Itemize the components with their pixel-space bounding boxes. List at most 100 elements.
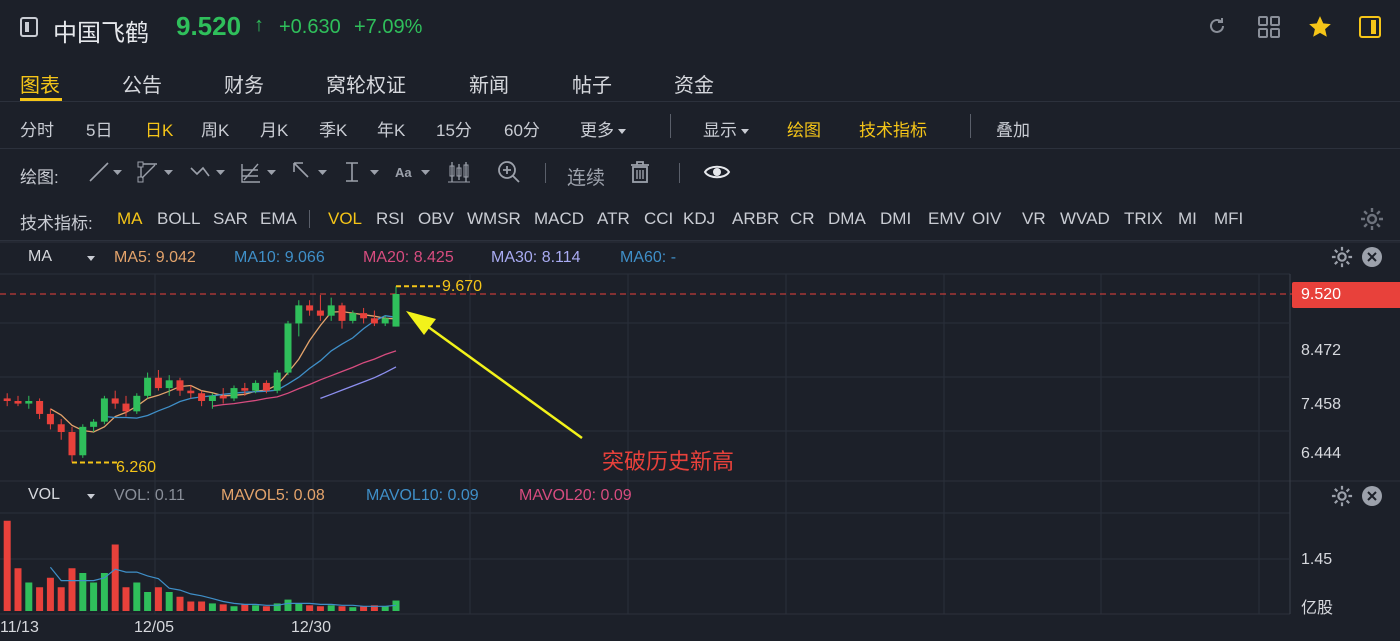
indicator-trix[interactable]: TRIX: [1124, 209, 1163, 229]
panel-toggle-icon[interactable]: [1358, 15, 1382, 39]
candle-body: [154, 377, 162, 389]
indicator-boll[interactable]: BOLL: [157, 209, 200, 229]
chevron-down-icon[interactable]: [87, 494, 95, 499]
indicator-vr[interactable]: VR: [1022, 209, 1046, 229]
vol-close-icon[interactable]: [1361, 485, 1383, 512]
eye-icon[interactable]: [703, 161, 731, 188]
text-tool-icon[interactable]: Aa: [394, 160, 432, 189]
candle-tool-icon[interactable]: [447, 160, 471, 189]
candle-body: [219, 395, 227, 399]
sidebar-toggle-icon[interactable]: [20, 17, 38, 37]
tab-financials[interactable]: 财务: [224, 69, 264, 98]
fibonacci-tool-icon[interactable]: [240, 160, 278, 189]
period-monthly[interactable]: 月K: [260, 116, 288, 141]
volume-bar: [381, 606, 389, 611]
volume-bar: [262, 606, 270, 611]
period-intraday[interactable]: 分时: [20, 116, 54, 141]
tab-capital[interactable]: 资金: [674, 69, 714, 98]
arrow-tool-icon[interactable]: [291, 160, 329, 189]
volume-bar: [349, 607, 357, 611]
indicator-macd[interactable]: MACD: [534, 209, 584, 229]
display-dropdown[interactable]: 显示: [703, 116, 749, 141]
ma-close-icon[interactable]: [1361, 246, 1383, 273]
indicator-wvad[interactable]: WVAD: [1060, 209, 1110, 229]
candle-body: [36, 400, 44, 414]
period-yearly[interactable]: 年K: [377, 116, 405, 141]
indicator-dmi[interactable]: DMI: [880, 209, 911, 229]
period-60min[interactable]: 60分: [504, 116, 540, 141]
overlay-button[interactable]: 叠加: [996, 116, 1030, 141]
wave-tool-icon[interactable]: [189, 160, 227, 189]
indicator-obv[interactable]: OBV: [418, 209, 454, 229]
indicators-button[interactable]: 技术指标: [859, 116, 927, 141]
divider: [970, 114, 971, 138]
volume-bar: [306, 605, 314, 611]
indicator-oiv[interactable]: OIV: [972, 209, 1001, 229]
segment-tool-icon[interactable]: [137, 160, 175, 189]
indicator-arbr[interactable]: ARBR: [732, 209, 779, 229]
chevron-down-icon[interactable]: [87, 256, 95, 261]
divider: [670, 114, 671, 138]
tab-warrants[interactable]: 窝轮权证: [326, 69, 406, 98]
ma-dropdown[interactable]: MA: [28, 248, 52, 266]
indicator-kdj[interactable]: KDJ: [683, 209, 715, 229]
period-15min[interactable]: 15分: [436, 116, 472, 141]
high-label: 9.670: [442, 278, 483, 295]
indicator-sar[interactable]: SAR: [213, 209, 248, 229]
indicator-ema[interactable]: EMA: [260, 209, 297, 229]
candle-body: [122, 403, 130, 412]
period-quarterly[interactable]: 季K: [319, 116, 347, 141]
grid-icon[interactable]: [1257, 15, 1281, 39]
indicator-mfi[interactable]: MFI: [1214, 209, 1243, 229]
trash-icon[interactable]: [629, 160, 651, 189]
price-tick: 8.472: [1301, 342, 1342, 359]
indicator-mi[interactable]: MI: [1178, 209, 1197, 229]
stock-header: 中国飞鹤 9.520 ↑ +0.630 +7.09%: [0, 0, 1400, 54]
indicator-atr[interactable]: ATR: [597, 209, 630, 229]
period-weekly[interactable]: 周K: [201, 116, 229, 141]
date-label: 12/30: [291, 619, 332, 636]
indicator-cr[interactable]: CR: [790, 209, 815, 229]
volume-bar: [284, 599, 292, 611]
period-5day[interactable]: 5日: [86, 116, 112, 141]
ma10-line: [104, 315, 397, 419]
tab-chart[interactable]: 图表: [20, 69, 60, 98]
date-label: 12/05: [134, 619, 175, 636]
indicator-dma[interactable]: DMA: [828, 209, 866, 229]
indicator-cci[interactable]: CCI: [644, 209, 673, 229]
volume-bar: [36, 587, 44, 611]
ma10-value: MA10: 9.066: [234, 249, 325, 266]
candle-body: [68, 432, 76, 456]
vol-label[interactable]: VOL: [28, 486, 60, 504]
continuous-toggle[interactable]: 连续: [567, 163, 605, 190]
indicator-wmsr[interactable]: WMSR: [467, 209, 521, 229]
divider: [309, 210, 310, 228]
refresh-icon[interactable]: [1206, 15, 1228, 37]
indicator-rsi[interactable]: RSI: [376, 209, 404, 229]
indicator-settings-icon[interactable]: [1360, 207, 1384, 236]
indicator-emv[interactable]: EMV: [928, 209, 965, 229]
vol-settings-icon[interactable]: [1331, 485, 1353, 512]
tab-news[interactable]: 新闻: [469, 69, 509, 98]
tab-announcements[interactable]: 公告: [122, 69, 162, 98]
line-tool-icon[interactable]: [88, 160, 124, 189]
svg-text:Aa: Aa: [395, 165, 412, 180]
indicator-vol[interactable]: VOL: [328, 209, 362, 229]
price-range-tool-icon[interactable]: [343, 160, 381, 189]
volume-bar: [338, 606, 346, 611]
draw-button[interactable]: 绘图: [787, 116, 821, 141]
price-chart[interactable]: [0, 241, 1400, 641]
volume-bar: [154, 587, 162, 611]
star-icon[interactable]: [1307, 14, 1333, 40]
zoom-in-icon[interactable]: [497, 160, 521, 189]
period-daily[interactable]: 日K: [145, 116, 173, 141]
chevron-down-icon: [618, 129, 626, 135]
tab-posts[interactable]: 帖子: [572, 69, 612, 98]
ma-settings-icon[interactable]: [1331, 246, 1353, 273]
ma-panel-header: MA MA5: 9.042 MA10: 9.066 MA20: 8.425 MA…: [0, 242, 1400, 274]
more-dropdown[interactable]: 更多: [580, 116, 626, 141]
divider: [545, 163, 546, 183]
indicator-ma[interactable]: MA: [117, 209, 143, 229]
ma20-value: MA20: 8.425: [363, 249, 454, 266]
volume-bar: [111, 544, 119, 611]
